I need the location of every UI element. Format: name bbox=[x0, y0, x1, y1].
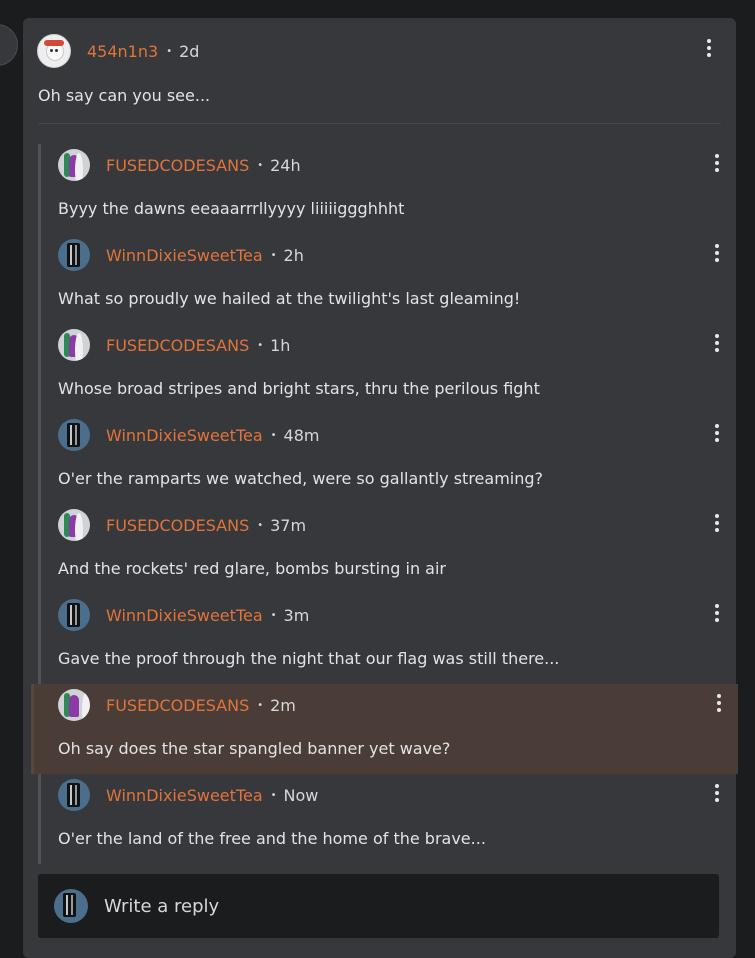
thread-author[interactable]: 454n1n3 bbox=[87, 42, 158, 61]
reply-body: Oh say does the star spangled banner yet… bbox=[58, 739, 451, 758]
thread-timestamp: 2d bbox=[179, 41, 200, 61]
avatar[interactable] bbox=[58, 779, 90, 811]
avatar[interactable] bbox=[58, 509, 90, 541]
reply-list: FUSEDCODESANS • 24h Byyy the dawns eeaaarrr… bbox=[31, 144, 738, 864]
more-options-icon[interactable] bbox=[707, 149, 727, 177]
reply-body: O'er the ramparts we watched, were so ga… bbox=[58, 469, 544, 488]
reply-body: What so proudly we hailed at the twiligh… bbox=[58, 289, 521, 308]
reply-timestamp: 3m bbox=[283, 605, 310, 625]
avatar-eye bbox=[50, 49, 53, 52]
reply-body: Byyy the dawns eeaaarrrllyyyy liiiiigggh… bbox=[58, 199, 405, 218]
avatar bbox=[54, 889, 88, 923]
reply-author[interactable]: WinnDixieSweetTea bbox=[106, 606, 263, 625]
reply-timestamp: 2h bbox=[283, 245, 304, 265]
reply-item: FUSEDCODESANS • 37m And the rockets' red gl… bbox=[38, 504, 728, 594]
reply-body: Gave the proof through the night that ou… bbox=[58, 649, 560, 668]
reply-item: WinnDixieSweetTea • 2h What so proudly we h… bbox=[38, 234, 728, 324]
separator-dot: • bbox=[270, 249, 277, 261]
more-options-icon[interactable] bbox=[707, 329, 727, 357]
reply-author[interactable]: WinnDixieSweetTea bbox=[106, 246, 263, 265]
avatar[interactable] bbox=[58, 329, 90, 361]
reply-author[interactable]: FUSEDCODESANS bbox=[106, 696, 249, 715]
more-options-icon[interactable] bbox=[707, 779, 727, 807]
more-options-icon[interactable] bbox=[707, 419, 727, 447]
reply-body: And the rockets' red glare, bombs bursti… bbox=[58, 559, 446, 578]
reply-header: WinnDixieSweetTea • 3m bbox=[58, 598, 309, 632]
reply-item: FUSEDCODESANS • 2m Oh say does the star spa… bbox=[31, 684, 738, 774]
reply-header: WinnDixieSweetTea • 48m bbox=[58, 418, 319, 452]
reply-timestamp: 2m bbox=[270, 695, 296, 715]
reply-header: FUSEDCODESANS • 37m bbox=[58, 508, 306, 542]
reply-input[interactable]: Write a reply bbox=[38, 874, 719, 938]
reply-timestamp: Now bbox=[283, 785, 319, 805]
thread-body: Oh say can you see... bbox=[38, 86, 211, 105]
avatar[interactable] bbox=[58, 689, 90, 721]
more-options-icon[interactable] bbox=[707, 239, 727, 267]
separator-dot: • bbox=[270, 789, 277, 801]
separator-dot: • bbox=[257, 519, 264, 531]
reply-header: WinnDixieSweetTea • Now bbox=[58, 778, 318, 812]
separator-dot: • bbox=[257, 339, 264, 351]
more-options-icon[interactable] bbox=[707, 599, 727, 627]
more-options-icon[interactable] bbox=[707, 509, 727, 537]
divider bbox=[38, 123, 721, 124]
reply-body: Whose broad stripes and bright stars, th… bbox=[58, 379, 540, 398]
reply-item: WinnDixieSweetTea • Now O'er the land of th… bbox=[38, 774, 728, 864]
thread-header: 454n1n3 • 2d bbox=[37, 34, 199, 68]
reply-item: FUSEDCODESANS • 1h Whose broad stripes and … bbox=[38, 324, 728, 414]
separator-dot: • bbox=[166, 45, 173, 57]
separator-dot: • bbox=[270, 429, 277, 441]
avatar[interactable] bbox=[58, 149, 90, 181]
reply-timestamp: 37m bbox=[270, 515, 307, 535]
avatar[interactable] bbox=[58, 239, 90, 271]
reply-body: O'er the land of the free and the home o… bbox=[58, 829, 486, 848]
reply-placeholder: Write a reply bbox=[104, 895, 220, 917]
side-nav-button[interactable] bbox=[0, 24, 18, 66]
reply-header: FUSEDCODESANS • 1h bbox=[58, 328, 290, 362]
reply-item: WinnDixieSweetTea • 3m Gave the proof throu… bbox=[38, 594, 728, 684]
reply-author[interactable]: FUSEDCODESANS bbox=[106, 516, 249, 535]
reply-item: FUSEDCODESANS • 24h Byyy the dawns eeaaarrr… bbox=[38, 144, 728, 234]
reply-item: WinnDixieSweetTea • 48m O'er the ramparts w… bbox=[38, 414, 728, 504]
reply-timestamp: 24h bbox=[270, 155, 301, 175]
avatar[interactable] bbox=[58, 419, 90, 451]
reply-author[interactable]: WinnDixieSweetTea bbox=[106, 786, 263, 805]
avatar-eye bbox=[55, 49, 58, 52]
more-options-icon[interactable] bbox=[699, 34, 719, 62]
avatar-hat bbox=[44, 40, 64, 46]
reply-author[interactable]: FUSEDCODESANS bbox=[106, 336, 249, 355]
reply-header: FUSEDCODESANS • 24h bbox=[58, 148, 301, 182]
reply-header: FUSEDCODESANS • 2m bbox=[58, 688, 296, 722]
more-options-icon[interactable] bbox=[709, 689, 729, 717]
reply-author[interactable]: WinnDixieSweetTea bbox=[106, 426, 263, 445]
reply-author[interactable]: FUSEDCODESANS bbox=[106, 156, 249, 175]
reply-timestamp: 1h bbox=[270, 335, 291, 355]
separator-dot: • bbox=[257, 159, 264, 171]
separator-dot: • bbox=[270, 609, 277, 621]
comment-thread-card: 454n1n3 • 2d Oh say can you see... FUSED… bbox=[23, 18, 738, 958]
avatar[interactable] bbox=[58, 599, 90, 631]
reply-header: WinnDixieSweetTea • 2h bbox=[58, 238, 304, 272]
separator-dot: • bbox=[257, 699, 264, 711]
reply-timestamp: 48m bbox=[283, 425, 320, 445]
avatar[interactable] bbox=[37, 34, 71, 68]
